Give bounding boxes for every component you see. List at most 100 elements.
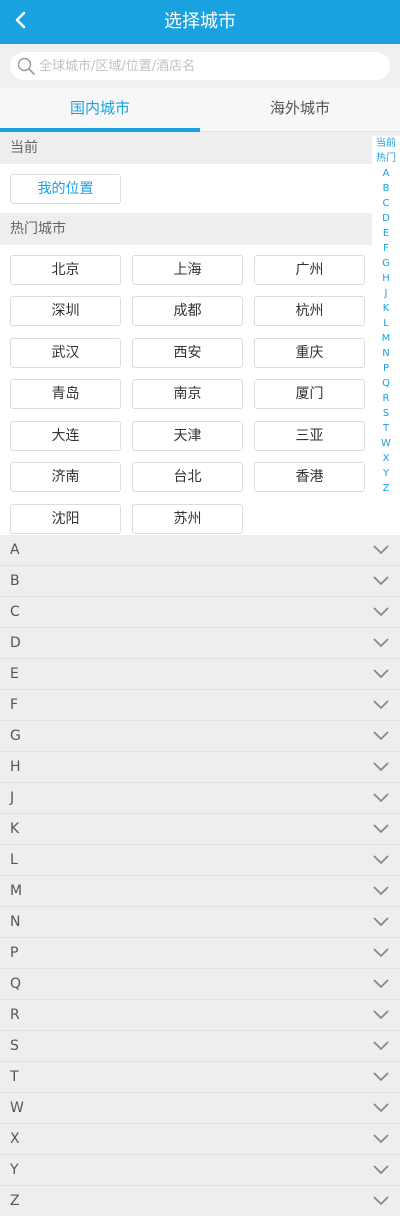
letter-group-label: Q xyxy=(10,976,22,992)
index-item[interactable]: D xyxy=(372,211,400,226)
letter-group-row[interactable]: P xyxy=(0,938,400,969)
hot-city-button[interactable]: 重庆 xyxy=(254,337,365,368)
chevron-down-icon xyxy=(372,854,390,866)
search-bar xyxy=(0,44,400,88)
letter-group-label: D xyxy=(10,635,21,651)
letter-group-row[interactable]: H xyxy=(0,752,400,783)
chevron-down-icon xyxy=(372,699,390,711)
hot-city-button[interactable]: 台北 xyxy=(132,462,243,493)
index-item[interactable]: E xyxy=(372,226,400,241)
top-bar: 选择城市 xyxy=(0,0,400,44)
hot-city-button[interactable]: 香港 xyxy=(254,462,365,493)
hot-city-button[interactable]: 南京 xyxy=(132,379,243,410)
letter-group-label: A xyxy=(10,542,20,558)
letter-group-row[interactable]: L xyxy=(0,845,400,876)
search-input[interactable] xyxy=(39,58,359,74)
letter-group-row[interactable]: Y xyxy=(0,1155,400,1186)
chevron-down-icon xyxy=(372,637,390,649)
index-item[interactable]: Q xyxy=(372,376,400,391)
chevron-down-icon xyxy=(372,606,390,618)
chevron-down-icon xyxy=(372,885,390,897)
index-item[interactable]: J xyxy=(372,286,400,301)
my-location-button[interactable]: 我的位置 xyxy=(10,174,121,204)
chevron-down-icon xyxy=(372,823,390,835)
letter-group-row[interactable]: R xyxy=(0,1000,400,1031)
index-item[interactable]: W xyxy=(372,436,400,451)
letter-group-label: E xyxy=(10,666,19,682)
letter-group-label: K xyxy=(10,821,20,837)
index-item[interactable]: Z xyxy=(372,481,400,496)
search-icon xyxy=(16,56,36,76)
index-item[interactable]: P xyxy=(372,361,400,376)
letter-group-row[interactable]: J xyxy=(0,783,400,814)
index-item[interactable]: L xyxy=(372,316,400,331)
letter-group-row[interactable]: F xyxy=(0,690,400,721)
letter-group-label: X xyxy=(10,1131,20,1147)
letter-group-row[interactable]: E xyxy=(0,659,400,690)
hot-city-button[interactable]: 苏州 xyxy=(132,503,243,534)
chevron-down-icon xyxy=(372,730,390,742)
index-item[interactable]: B xyxy=(372,181,400,196)
hot-city-button[interactable]: 济南 xyxy=(10,462,121,493)
chevron-down-icon xyxy=(372,916,390,928)
index-item[interactable]: T xyxy=(372,421,400,436)
index-item[interactable]: S xyxy=(372,406,400,421)
letter-group-row[interactable]: K xyxy=(0,814,400,845)
letter-group-row[interactable]: C xyxy=(0,597,400,628)
search-box[interactable] xyxy=(10,52,390,80)
letter-group-row[interactable]: S xyxy=(0,1031,400,1062)
hot-city-button[interactable]: 三亚 xyxy=(254,420,365,451)
index-item[interactable]: X xyxy=(372,451,400,466)
letter-group-row[interactable]: A xyxy=(0,535,400,566)
letter-group-row[interactable]: N xyxy=(0,907,400,938)
letter-group-row[interactable]: W xyxy=(0,1093,400,1124)
index-item[interactable]: A xyxy=(372,166,400,181)
hot-city-button[interactable]: 杭州 xyxy=(254,296,365,327)
letter-group-label: W xyxy=(10,1100,24,1116)
hot-city-button[interactable]: 青岛 xyxy=(10,379,121,410)
letter-group-label: P xyxy=(10,945,19,961)
index-item[interactable]: N xyxy=(372,346,400,361)
hot-city-button[interactable]: 上海 xyxy=(132,255,243,285)
letter-group-label: M xyxy=(10,883,23,899)
hot-city-button[interactable]: 天津 xyxy=(132,420,243,451)
index-item[interactable]: C xyxy=(372,196,400,211)
letter-group-label: G xyxy=(10,728,21,744)
index-item[interactable]: Y xyxy=(372,466,400,481)
index-item[interactable]: M xyxy=(372,331,400,346)
index-item[interactable]: H xyxy=(372,271,400,286)
hot-city-button[interactable]: 沈阳 xyxy=(10,503,121,534)
index-item[interactable]: K xyxy=(372,301,400,316)
letter-group-label: T xyxy=(10,1069,19,1085)
hot-city-button[interactable]: 西安 xyxy=(132,337,243,368)
hot-city-button[interactable]: 成都 xyxy=(132,296,243,327)
index-item[interactable]: R xyxy=(372,391,400,406)
letter-group-row[interactable]: D xyxy=(0,628,400,659)
index-item[interactable]: F xyxy=(372,241,400,256)
index-item[interactable]: G xyxy=(372,256,400,271)
hot-city-button[interactable]: 大连 xyxy=(10,420,121,451)
chevron-down-icon xyxy=(372,1195,390,1207)
tab-overseas[interactable]: 海外城市 xyxy=(200,88,400,131)
letter-group-row[interactable]: B xyxy=(0,566,400,597)
letter-group-row[interactable]: Z xyxy=(0,1186,400,1216)
letter-group-row[interactable]: M xyxy=(0,876,400,907)
hot-city-button[interactable]: 北京 xyxy=(10,255,121,285)
hot-city-button[interactable]: 武汉 xyxy=(10,337,121,368)
chevron-down-icon xyxy=(372,1009,390,1021)
letter-group-row[interactable]: T xyxy=(0,1062,400,1093)
index-item[interactable]: 当前 xyxy=(372,136,400,151)
chevron-down-icon xyxy=(372,761,390,773)
letter-group-row[interactable]: Q xyxy=(0,969,400,1000)
letter-group-row[interactable]: X xyxy=(0,1124,400,1155)
section-header-current: 当前 xyxy=(0,132,400,164)
hot-city-button[interactable]: 厦门 xyxy=(254,379,365,410)
chevron-down-icon xyxy=(372,1102,390,1114)
letter-group-label: R xyxy=(10,1007,20,1023)
index-item[interactable]: 热门 xyxy=(372,151,400,166)
tab-domestic[interactable]: 国内城市 xyxy=(0,88,200,132)
hot-city-button[interactable]: 深圳 xyxy=(10,296,121,327)
letter-group-row[interactable]: G xyxy=(0,721,400,752)
back-button[interactable] xyxy=(6,0,36,44)
hot-city-button[interactable]: 广州 xyxy=(254,255,365,285)
